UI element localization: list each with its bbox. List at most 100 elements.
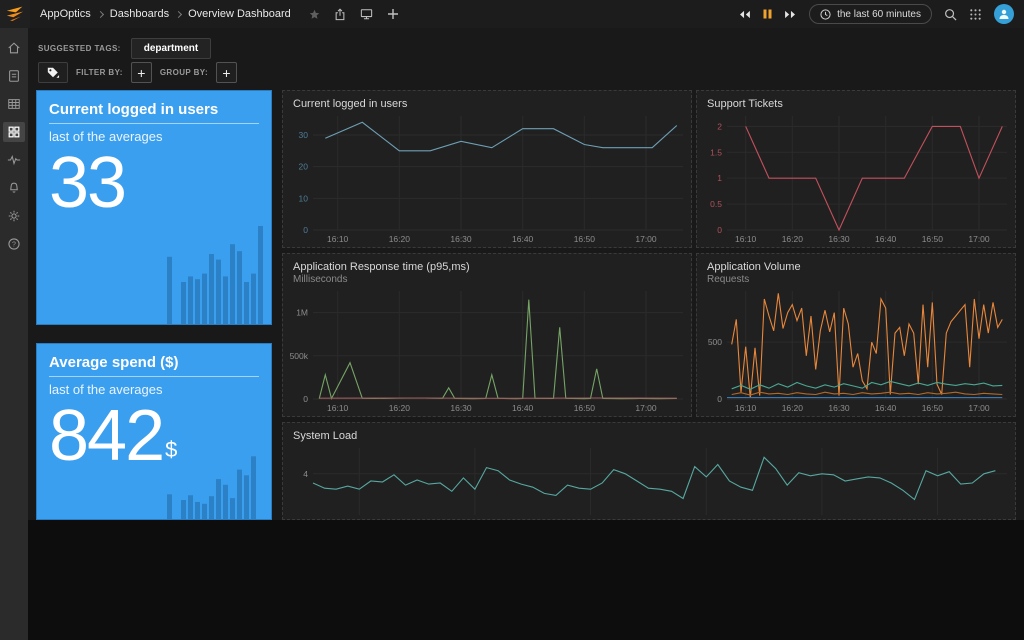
svg-text:4: 4 (303, 469, 308, 479)
sidebar: ? (0, 28, 28, 640)
svg-text:16:50: 16:50 (922, 234, 944, 244)
breadcrumb-app[interactable]: AppOptics (40, 8, 91, 20)
chart-title: Application Volume (707, 261, 801, 273)
time-rewind-icon[interactable] (738, 10, 751, 19)
chart-title: Current logged in users (293, 98, 408, 110)
suggested-tags-row: SUGGESTED TAGS: department (38, 38, 212, 59)
svg-text:16:20: 16:20 (782, 234, 804, 244)
sidebar-item-dashboards[interactable] (3, 122, 25, 142)
sidebar-item-activity[interactable] (3, 150, 25, 170)
home-icon (8, 42, 20, 54)
sidebar-item-home[interactable] (3, 38, 25, 58)
svg-text:?: ? (12, 242, 16, 249)
svg-text:1: 1 (717, 173, 722, 183)
chart-panel-system-load[interactable]: System Load 4 (282, 422, 1016, 520)
breadcrumb: AppOptics Dashboards Overview Dashboard (40, 8, 291, 20)
svg-text:500: 500 (708, 337, 722, 347)
tile-title: Average spend ($) (49, 354, 259, 377)
svg-text:0: 0 (303, 225, 308, 235)
sidebar-item-metrics-table[interactable] (3, 94, 25, 114)
line-chart-response-time: 16:10 16:20 16:30 16:40 16:50 17:00 0 500k 1M (290, 291, 683, 413)
person-icon (999, 9, 1009, 19)
clock-icon (820, 8, 831, 20)
tag-icon (47, 67, 60, 78)
solarwinds-logo-icon[interactable] (0, 0, 30, 28)
group-by-label: GROUP BY: (159, 68, 209, 77)
svg-text:16:40: 16:40 (875, 234, 897, 244)
tag-menu-button[interactable] (38, 62, 68, 83)
svg-text:0: 0 (717, 394, 722, 404)
svg-text:16:50: 16:50 (574, 403, 596, 413)
svg-text:16:20: 16:20 (389, 403, 411, 413)
svg-text:16:30: 16:30 (828, 234, 850, 244)
table-icon (8, 99, 20, 109)
breadcrumb-current[interactable]: Overview Dashboard (188, 8, 291, 20)
svg-text:16:30: 16:30 (450, 234, 472, 244)
sidebar-item-settings[interactable] (3, 206, 25, 226)
chevron-right-icon (96, 10, 104, 18)
line-chart-support-tickets: 16:10 16:20 16:30 16:40 16:50 17:00 0 0.5 1 1.5 2 (710, 116, 1007, 244)
svg-text:16:30: 16:30 (450, 403, 472, 413)
time-range-label: the last 60 minutes (837, 8, 921, 20)
svg-text:16:10: 16:10 (327, 403, 349, 413)
add-filter-button[interactable]: + (130, 62, 152, 83)
tile-value: 842 $ (49, 396, 178, 476)
app-screen: AppOptics Dashboards Overview Dashboard (0, 0, 1024, 640)
topbar-right: the last 60 minutes (738, 4, 1024, 24)
chart-title: Support Tickets (707, 98, 783, 110)
favorite-star-icon[interactable] (309, 9, 320, 20)
time-forward-icon[interactable] (784, 10, 797, 19)
svg-text:0: 0 (303, 394, 308, 404)
svg-text:16:50: 16:50 (574, 234, 596, 244)
svg-text:16:10: 16:10 (327, 234, 349, 244)
breadcrumb-dashboards[interactable]: Dashboards (110, 8, 169, 20)
svg-text:0: 0 (717, 225, 722, 235)
svg-text:500k: 500k (290, 351, 309, 361)
bell-icon (10, 182, 18, 193)
tile-subtitle: last of the averages (49, 382, 163, 397)
chart-subtitle: Requests (707, 274, 750, 285)
add-widget-icon[interactable] (387, 8, 399, 20)
svg-text:10: 10 (299, 193, 309, 203)
svg-text:16:10: 16:10 (735, 403, 757, 413)
metric-tile-average-spend[interactable]: Average spend ($) last of the averages 8… (36, 343, 272, 520)
svg-text:1M: 1M (296, 308, 308, 318)
sidebar-item-alerts[interactable] (3, 178, 25, 198)
display-mode-icon[interactable] (360, 8, 373, 20)
user-avatar[interactable] (994, 4, 1014, 24)
tile-value: 33 (49, 143, 127, 223)
time-pause-icon[interactable] (763, 9, 772, 19)
dashboard-actions (309, 7, 399, 21)
tag-chip-department[interactable]: department (130, 38, 212, 59)
svg-text:30: 30 (299, 130, 309, 140)
time-range-selector[interactable]: the last 60 minutes (809, 4, 932, 24)
gear-icon (8, 210, 20, 222)
metric-tile-current-users[interactable]: Current logged in users last of the aver… (36, 90, 272, 325)
sidebar-item-help[interactable]: ? (3, 234, 25, 254)
share-icon[interactable] (334, 7, 346, 21)
svg-text:17:00: 17:00 (968, 403, 990, 413)
search-icon[interactable] (944, 8, 957, 21)
svg-text:16:10: 16:10 (735, 234, 757, 244)
line-chart-application-volume: 16:10 16:20 16:30 16:40 16:50 17:00 0 500 (708, 291, 1007, 413)
line-chart-system-load: 4 (303, 448, 1007, 515)
svg-text:16:20: 16:20 (782, 403, 804, 413)
sidebar-item-notebook[interactable] (3, 66, 25, 86)
help-icon: ? (8, 238, 20, 250)
app-switcher-icon[interactable] (969, 8, 982, 21)
suggested-tags-label: SUGGESTED TAGS: (38, 44, 121, 53)
chart-panel-response-time[interactable]: Application Response time (p95,ms) Milli… (282, 253, 692, 417)
chart-panel-current-users[interactable]: Current logged in users 16:10 16:20 16:30 1… (282, 90, 692, 248)
svg-text:17:00: 17:00 (635, 234, 657, 244)
svg-text:16:30: 16:30 (828, 403, 850, 413)
tile-subtitle: last of the averages (49, 129, 163, 144)
tile-title: Current logged in users (49, 101, 259, 124)
notebook-icon (9, 70, 19, 82)
chart-panel-support-tickets[interactable]: Support Tickets 16:10 16:20 16:30 16:40 16:5… (696, 90, 1016, 248)
chart-panel-application-volume[interactable]: Application Volume Requests 16:10 16:20 16… (696, 253, 1016, 417)
svg-text:20: 20 (299, 162, 309, 172)
filter-group-row: FILTER BY: + GROUP BY: + (38, 62, 238, 83)
add-group-button[interactable]: + (216, 62, 238, 83)
svg-text:17:00: 17:00 (635, 403, 657, 413)
svg-text:1.5: 1.5 (710, 147, 722, 157)
